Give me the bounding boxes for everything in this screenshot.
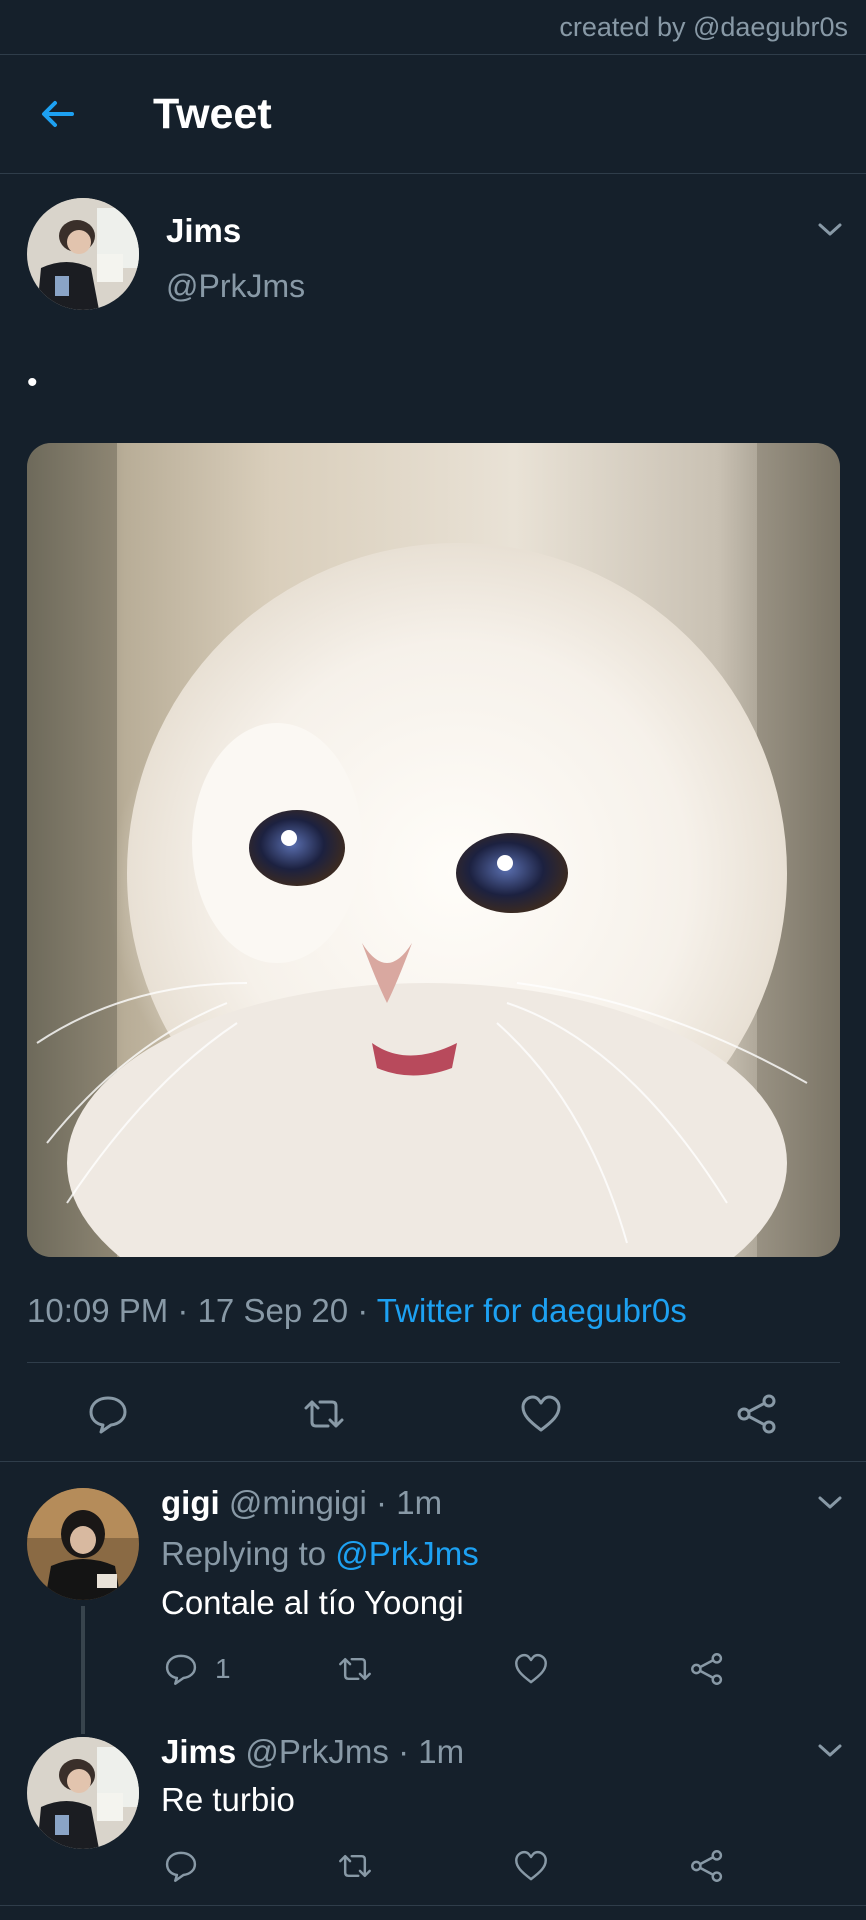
- share-button[interactable]: [735, 1392, 779, 1436]
- reply-count: 1: [215, 1653, 231, 1684]
- reply-button[interactable]: [163, 1848, 199, 1884]
- retweet-button[interactable]: [302, 1392, 346, 1436]
- reply-icon: [89, 1396, 127, 1434]
- chevron-down-icon: [818, 223, 842, 236]
- reply-text: Re turbio: [161, 1781, 295, 1818]
- reply-time: 1m: [396, 1484, 443, 1521]
- divider: [0, 173, 866, 174]
- reply-text: Contale al tío Yoongi: [161, 1584, 464, 1621]
- retweet-icon: [339, 1854, 371, 1878]
- meta-separator: ·: [376, 1484, 388, 1521]
- back-button[interactable]: [36, 92, 80, 136]
- reply-author-name[interactable]: Jims: [161, 1733, 236, 1770]
- avatar-image: [27, 1488, 139, 1600]
- watermark-text: created by @daegubr0s: [559, 12, 848, 42]
- reply-author-handle[interactable]: @mingigi: [229, 1484, 367, 1521]
- reply-time: 1m: [418, 1733, 465, 1770]
- author-name[interactable]: Jims: [166, 212, 241, 250]
- replying-to-link[interactable]: @PrkJms: [335, 1535, 479, 1572]
- reply-avatar[interactable]: [27, 1488, 139, 1600]
- avatar-image: [27, 1737, 139, 1849]
- reply-author-name[interactable]: gigi: [161, 1484, 220, 1521]
- meta-separator: ·: [398, 1733, 410, 1770]
- share-icon: [691, 1653, 723, 1685]
- thread-connector: [81, 1606, 85, 1734]
- reply-button[interactable]: [86, 1392, 130, 1436]
- meta-separator: ·: [348, 1292, 377, 1329]
- reply-button[interactable]: [163, 1651, 199, 1687]
- like-button[interactable]: [519, 1392, 563, 1436]
- divider: [27, 1362, 840, 1363]
- tweet-menu-button[interactable]: [816, 219, 844, 239]
- arrow-left-icon: [42, 101, 74, 127]
- divider: [0, 1461, 866, 1462]
- page-title: Tweet: [153, 90, 272, 138]
- like-icon: [521, 1395, 561, 1432]
- avatar-image: [27, 198, 139, 310]
- reply-menu-button[interactable]: [816, 1740, 844, 1760]
- reply-header: gigi @mingigi · 1m: [161, 1484, 442, 1522]
- retweet-icon: [304, 1400, 344, 1428]
- tweet-text: •: [27, 366, 38, 399]
- reply-header: Jims @PrkJms · 1m: [161, 1733, 464, 1771]
- tweet-actions: [0, 1384, 866, 1444]
- reply-avatar[interactable]: [27, 1737, 139, 1849]
- like-button[interactable]: [513, 1848, 549, 1884]
- tweet-meta: 10:09 PM · 17 Sep 20 · Twitter for daegu…: [27, 1292, 687, 1330]
- meta-separator: ·: [168, 1292, 198, 1329]
- share-button[interactable]: [689, 1848, 725, 1884]
- divider: [0, 1905, 866, 1906]
- share-button[interactable]: [689, 1651, 725, 1687]
- app-header: Tweet: [0, 56, 866, 172]
- share-icon: [691, 1850, 723, 1882]
- replying-prefix: Replying to: [161, 1535, 327, 1572]
- retweet-button[interactable]: [337, 1651, 373, 1687]
- author-avatar[interactable]: [27, 198, 139, 310]
- reply-icon: [165, 1654, 197, 1685]
- tweet-source-link[interactable]: Twitter for daegubr0s: [377, 1292, 687, 1329]
- crying-cat-image: [27, 443, 840, 1257]
- retweet-icon: [339, 1657, 371, 1681]
- tweet-date: 17 Sep 20: [197, 1292, 349, 1329]
- divider: [0, 54, 866, 55]
- like-icon: [515, 1850, 547, 1881]
- like-button[interactable]: [513, 1651, 549, 1687]
- reply-menu-button[interactable]: [816, 1492, 844, 1512]
- chevron-down-icon: [818, 1744, 842, 1757]
- tweet-detail-screen: created by @daegubr0s Tweet Jims @PrkJms…: [0, 0, 866, 1920]
- share-icon: [737, 1394, 776, 1434]
- author-handle[interactable]: @PrkJms: [166, 268, 305, 305]
- reply-icon: [165, 1851, 197, 1882]
- chevron-down-icon: [818, 1496, 842, 1509]
- tweet-media-image[interactable]: [27, 443, 840, 1257]
- tweet-time: 10:09 PM: [27, 1292, 169, 1329]
- replying-to-line: Replying to @PrkJms: [161, 1535, 479, 1573]
- like-icon: [515, 1653, 547, 1684]
- retweet-button[interactable]: [337, 1848, 373, 1884]
- reply-author-handle[interactable]: @PrkJms: [245, 1733, 389, 1770]
